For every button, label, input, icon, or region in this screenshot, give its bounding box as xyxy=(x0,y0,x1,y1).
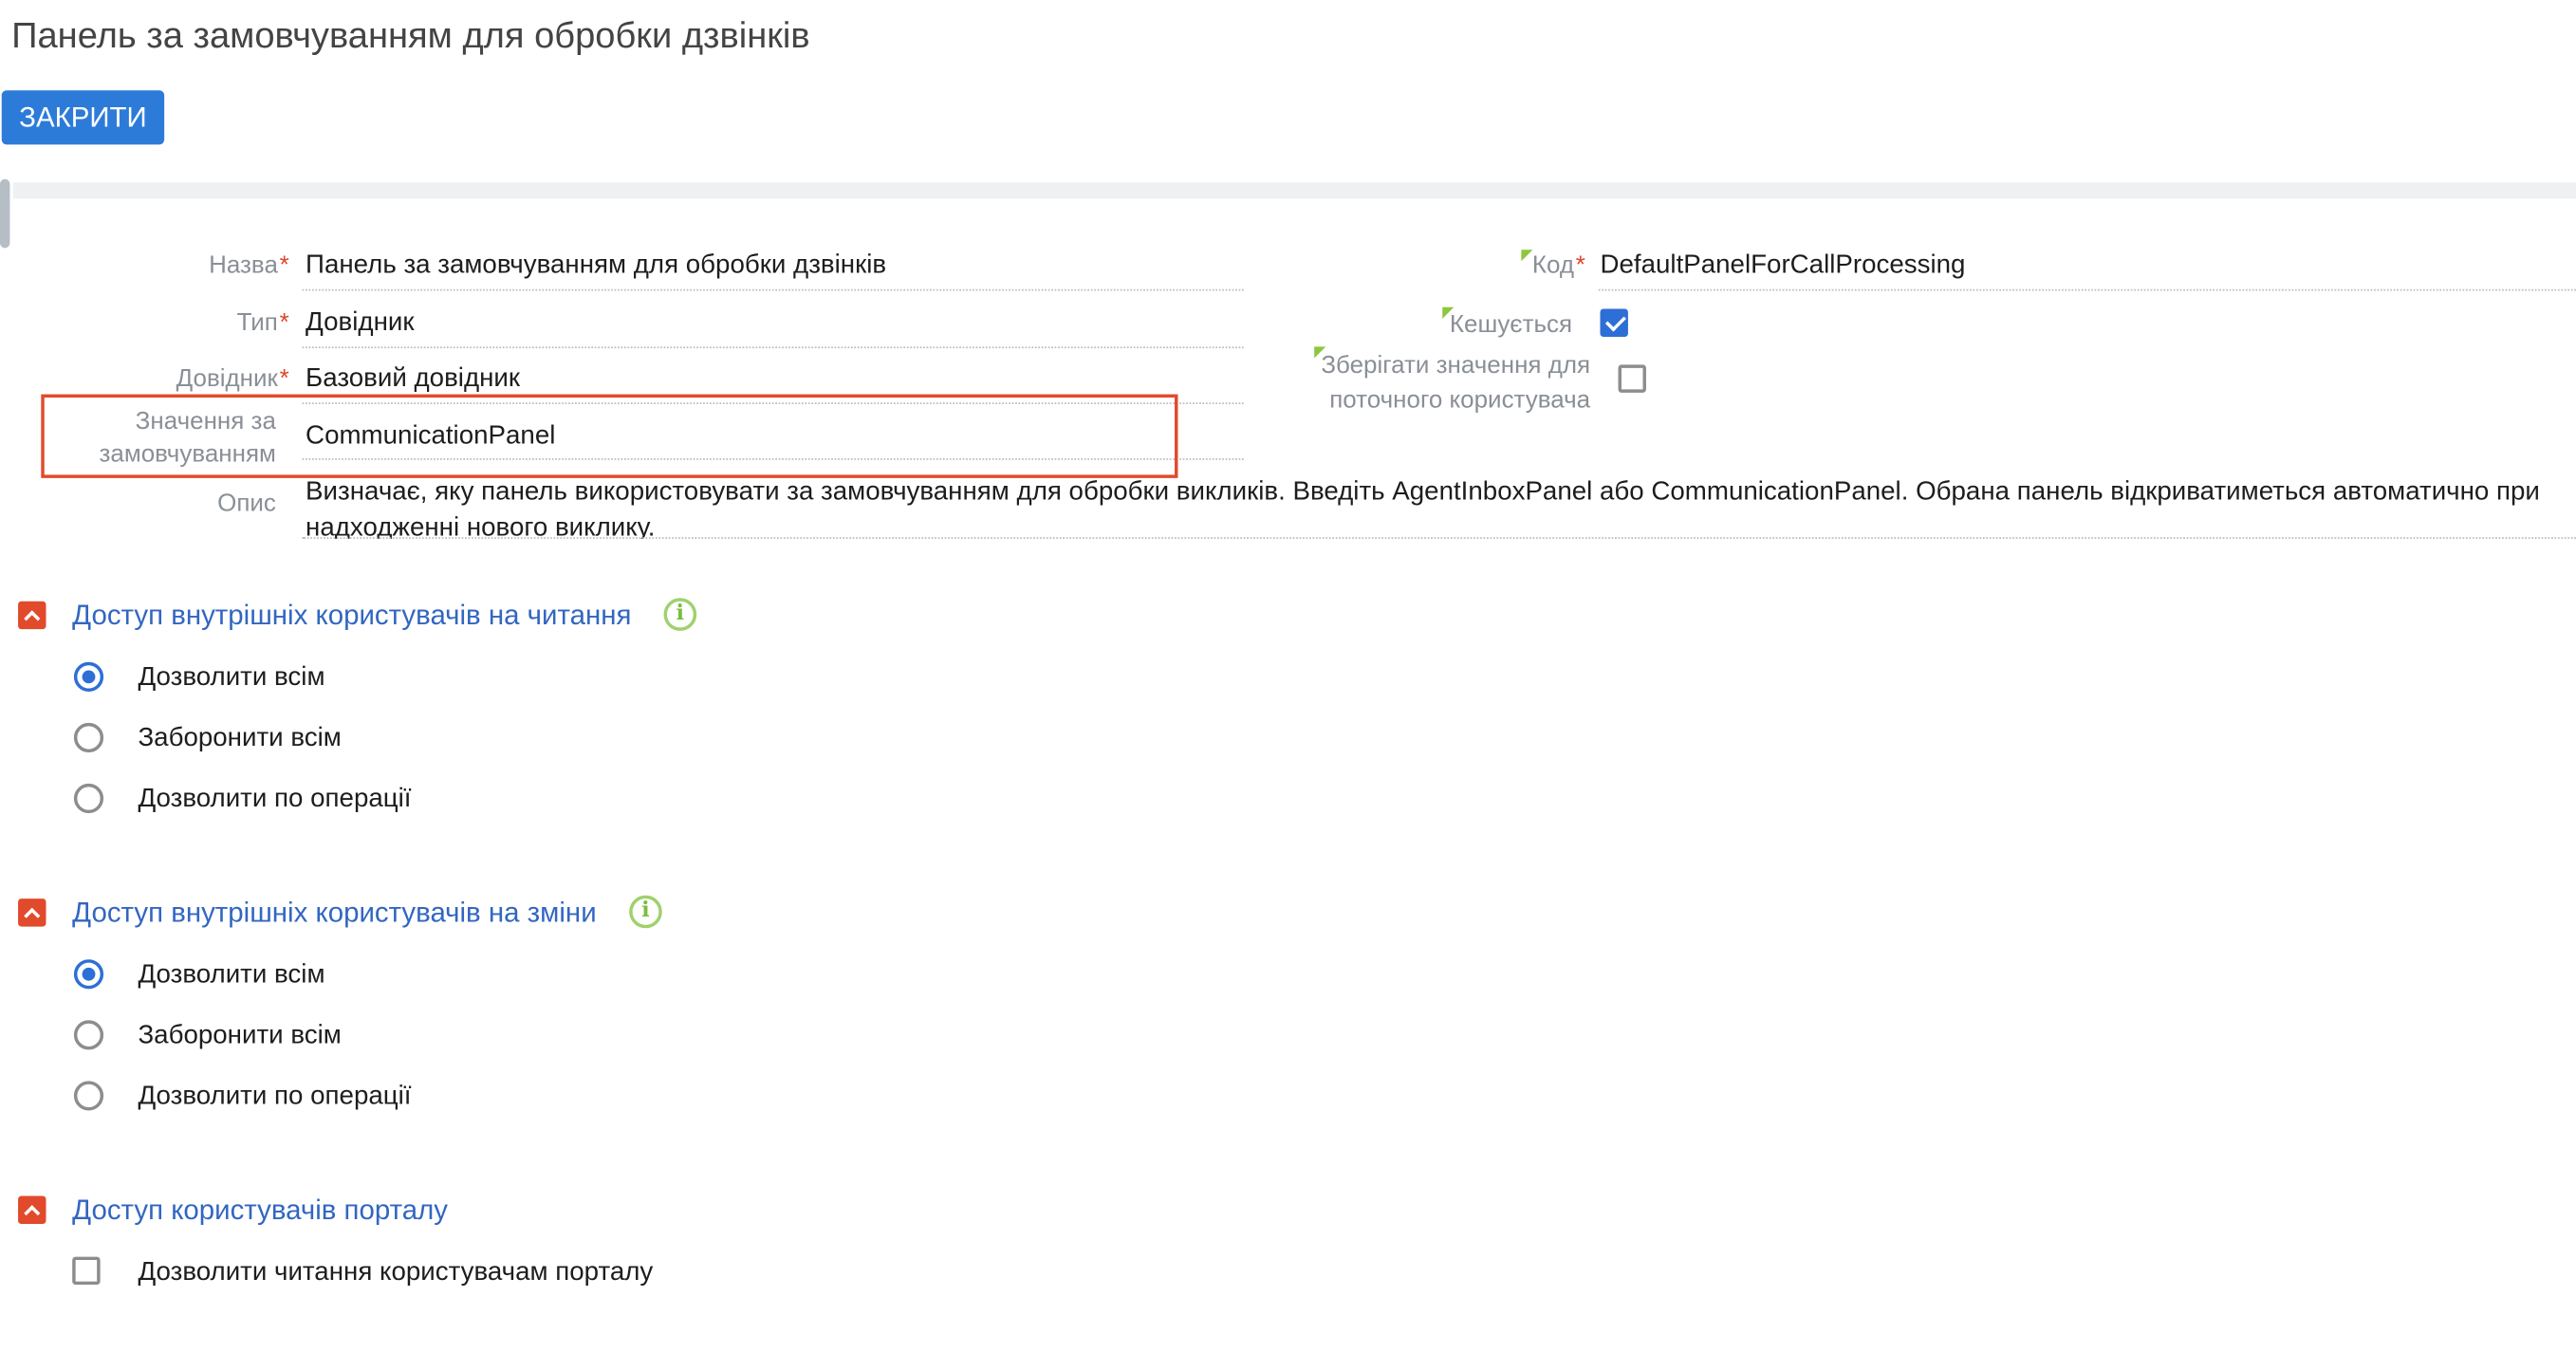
edit-per-operation-radio[interactable] xyxy=(73,1081,104,1111)
cached-checkbox[interactable] xyxy=(1600,308,1628,337)
scrollbar-handle[interactable] xyxy=(0,178,10,249)
page-root: Панель за замовчуванням для обробки дзві… xyxy=(0,0,2576,1367)
portal-read-checkbox[interactable] xyxy=(72,1256,101,1286)
read-deny-all-label: Заборонити всім xyxy=(138,724,342,753)
lookup-label: Довідник * xyxy=(176,364,289,393)
type-field[interactable]: Довідник xyxy=(306,309,414,339)
read-access-collapse-icon[interactable] xyxy=(18,601,46,630)
read-access-section-title[interactable]: Доступ внутрішніх користувачів на читанн… xyxy=(72,600,631,633)
edit-access-section-title[interactable]: Доступ внутрішніх користувачів на зміни xyxy=(72,897,596,930)
read-allow-all-label: Дозволити всім xyxy=(138,663,325,692)
close-button[interactable]: ЗАКРИТИ xyxy=(1,90,165,145)
cached-label: Кешується xyxy=(1449,310,1573,339)
read-per-operation-label: Дозволити по операції xyxy=(138,785,412,814)
name-label: Назва * xyxy=(209,250,289,280)
description-underline xyxy=(302,537,2576,539)
code-corner-marker xyxy=(1521,250,1533,262)
portal-read-label: Дозволити читання користувачам порталу xyxy=(138,1258,654,1287)
page-title: Панель за замовчуванням для обробки дзві… xyxy=(11,14,810,56)
code-label: Код * xyxy=(1531,250,1585,280)
name-field[interactable]: Панель за замовчуванням для обробки дзві… xyxy=(306,251,886,281)
edit-deny-all-radio[interactable] xyxy=(73,1020,104,1050)
highlight-box xyxy=(41,394,1178,478)
per-user-checkbox[interactable] xyxy=(1618,364,1646,393)
lookup-field[interactable]: Базовий довідник xyxy=(306,364,520,394)
per-user-label-line1: Зберігати значення для xyxy=(1321,351,1591,380)
type-underline xyxy=(302,346,1244,349)
type-label: Тип * xyxy=(236,308,289,337)
name-underline xyxy=(302,288,1244,291)
edit-deny-all-label: Заборонити всім xyxy=(138,1021,342,1050)
edit-allow-all-radio[interactable] xyxy=(73,959,104,990)
per-user-label: Зберігати значення для поточного користу… xyxy=(1321,348,1590,417)
header-divider xyxy=(12,182,2576,199)
portal-access-section-title[interactable]: Доступ користувачів порталу xyxy=(72,1195,448,1228)
description-field[interactable]: Визначає, яку панель використовувати за … xyxy=(306,474,2556,539)
info-icon[interactable]: i xyxy=(629,895,662,929)
code-field[interactable]: DefaultPanelForCallProcessing xyxy=(1600,251,1965,281)
info-icon[interactable]: i xyxy=(663,598,697,631)
read-deny-all-radio[interactable] xyxy=(73,722,104,753)
edit-access-collapse-icon[interactable] xyxy=(18,899,46,927)
edit-per-operation-label: Дозволити по операції xyxy=(138,1083,412,1111)
code-underline xyxy=(1598,288,2576,291)
read-per-operation-radio[interactable] xyxy=(73,783,104,814)
description-label: Опис xyxy=(217,489,276,518)
portal-access-collapse-icon[interactable] xyxy=(18,1195,46,1224)
per-user-label-line2: поточного користувача xyxy=(1329,385,1591,415)
read-allow-all-radio[interactable] xyxy=(73,661,104,692)
edit-allow-all-label: Дозволити всім xyxy=(138,960,325,990)
